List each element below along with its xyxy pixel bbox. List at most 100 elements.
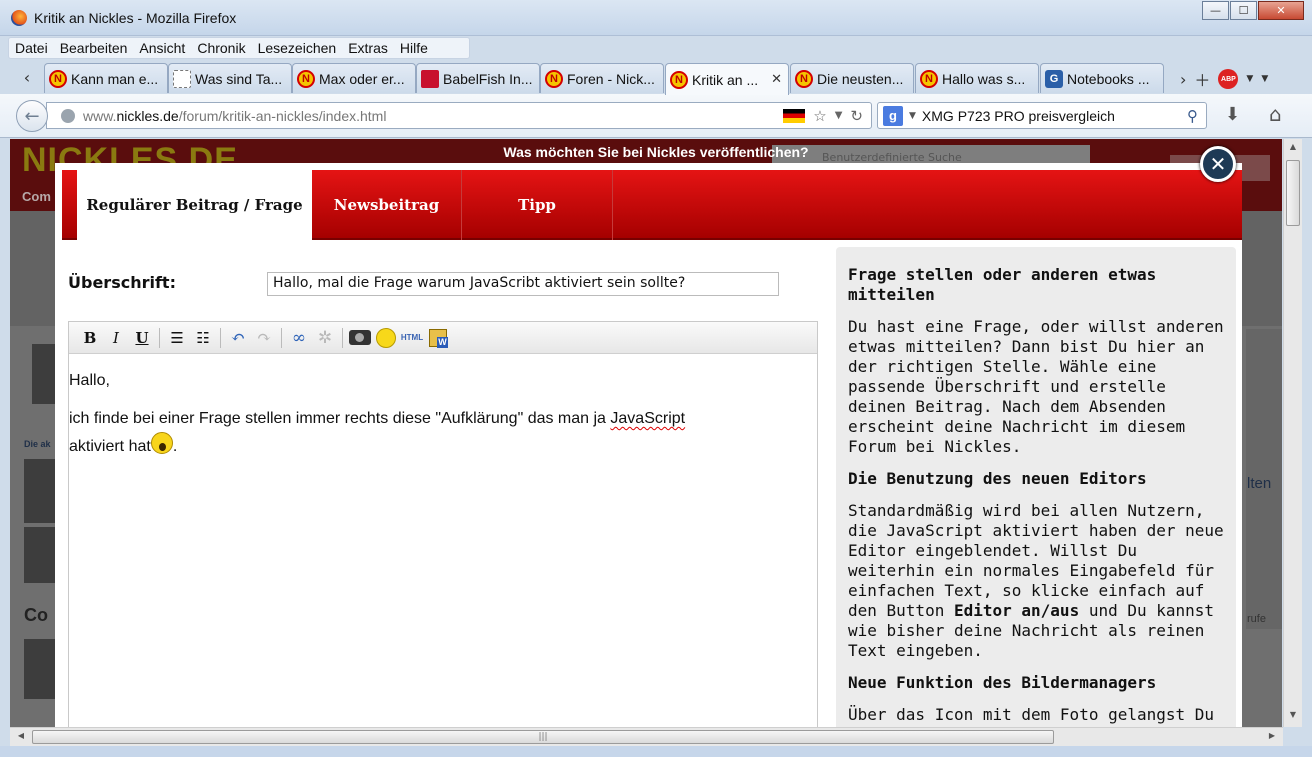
- paste-from-word-button[interactable]: [425, 326, 451, 350]
- minimize-button[interactable]: —: [1202, 1, 1229, 20]
- url-bar[interactable]: www.nickles.de/forum/kritik-an-nickles/i…: [46, 102, 872, 129]
- window-titlebar: Kritik an Nickles - Mozilla Firefox — ☐ …: [0, 0, 1312, 36]
- link-icon[interactable]: ∞: [286, 326, 312, 350]
- nickles-icon: N: [795, 69, 813, 88]
- search-icon[interactable]: ⚲: [1187, 107, 1198, 125]
- horizontal-scrollbar[interactable]: ◀ ||| ▶: [10, 727, 1283, 746]
- vertical-scrollbar[interactable]: ▲ ▼: [1283, 139, 1302, 727]
- tab-label: Kann man e...: [71, 70, 159, 87]
- help-sidebar: Frage stellen oder anderen etwas mitteil…: [836, 247, 1236, 727]
- tab-tipp[interactable]: Tipp: [462, 170, 613, 240]
- nickles-icon: N: [920, 69, 938, 88]
- tab-label: BabelFish In...: [443, 70, 533, 87]
- url-dropdown-icon[interactable]: ▼: [835, 110, 843, 121]
- search-bar[interactable]: g ▼ XMG P723 PRO preisvergleich ⚲: [877, 102, 1207, 129]
- modal-close-button[interactable]: ✕: [1200, 146, 1236, 182]
- camera-icon: [349, 330, 371, 345]
- avatar: [24, 459, 56, 523]
- tab-babelfish[interactable]: BabelFish In...: [416, 63, 540, 93]
- numbered-list-icon[interactable]: ☷: [190, 326, 216, 350]
- bold-button[interactable]: B: [77, 326, 103, 350]
- tab-label: Notebooks ...: [1067, 70, 1150, 87]
- german-flag-icon[interactable]: [783, 108, 806, 123]
- toolbar-divider: [159, 327, 160, 348]
- post-type-tabs: Regulärer Beitrag / Frage Newsbeitrag Ti…: [62, 170, 1242, 240]
- close-window-button[interactable]: ✕: [1258, 1, 1304, 20]
- headline-input[interactable]: Hallo, mal die Frage warum JavaScribt ak…: [267, 272, 779, 296]
- html-source-button[interactable]: HTML: [399, 326, 425, 350]
- search-engine-dropdown-icon[interactable]: ▼: [909, 111, 916, 121]
- editor-content[interactable]: Hallo, ich finde bei einer Frage stellen…: [69, 354, 817, 460]
- tab-label: Hallo was s...: [942, 70, 1026, 87]
- scroll-left-icon[interactable]: ◀: [14, 731, 28, 745]
- vertical-scroll-thumb[interactable]: [1286, 160, 1300, 226]
- menu-datei[interactable]: Datei: [9, 40, 54, 56]
- menubar: Datei Bearbeiten Ansicht Chronik Lesezei…: [8, 37, 470, 59]
- close-tab-icon[interactable]: ✕: [771, 72, 782, 87]
- tab-scroll-left-icon[interactable]: ‹: [16, 64, 38, 90]
- tab-max-oder[interactable]: N Max oder er...: [292, 63, 416, 93]
- side-link: lten: [1247, 475, 1272, 492]
- side-label: Die ak: [24, 439, 51, 449]
- back-button[interactable]: ←: [16, 100, 48, 132]
- image-manager-button[interactable]: [347, 326, 373, 350]
- home-icon[interactable]: ⌂: [1269, 102, 1282, 126]
- tab-was-sind[interactable]: Was sind Ta...: [168, 63, 292, 93]
- url-bar-actions: ☆ ▼ ↻: [783, 107, 863, 125]
- underline-button[interactable]: U: [129, 326, 155, 350]
- menu-extras[interactable]: Extras: [342, 40, 394, 56]
- menu-hilfe[interactable]: Hilfe: [394, 40, 434, 56]
- tab-kann-man[interactable]: N Kann man e...: [44, 63, 168, 93]
- help-text: Du hast eine Frage, oder willst anderen …: [848, 317, 1224, 456]
- smiley-button[interactable]: [373, 326, 399, 350]
- avatar: [24, 527, 56, 583]
- tab-notebooks[interactable]: G Notebooks ...: [1040, 63, 1164, 93]
- menu-ansicht[interactable]: Ansicht: [133, 40, 191, 56]
- unlink-icon[interactable]: ✲: [312, 326, 338, 350]
- new-tab-icon[interactable]: ＋: [1194, 67, 1210, 91]
- tab-foren-nickles[interactable]: N Foren - Nick...: [540, 63, 664, 93]
- menu-chronik[interactable]: Chronik: [191, 40, 251, 56]
- help-text: Über das Icon mit dem Foto gelangst Du z…: [848, 705, 1224, 727]
- list-all-tabs-icon[interactable]: ▼: [1261, 74, 1268, 84]
- scroll-down-icon[interactable]: ▼: [1286, 710, 1300, 724]
- download-icon[interactable]: ⬇: [1225, 104, 1240, 125]
- navigation-toolbar: www.nickles.de/forum/kritik-an-nickles/i…: [0, 94, 1312, 138]
- tab-label: Die neusten...: [817, 70, 904, 87]
- tab-scroll-right-icon[interactable]: ›: [1180, 70, 1186, 89]
- adblock-plus-icon[interactable]: ABP: [1218, 69, 1239, 89]
- misspelled-word[interactable]: JavaScript: [610, 410, 685, 427]
- italic-button[interactable]: I: [103, 326, 129, 350]
- scroll-right-icon[interactable]: ▶: [1265, 731, 1279, 745]
- nickles-icon: N: [297, 69, 315, 88]
- menu-bearbeiten[interactable]: Bearbeiten: [54, 40, 134, 56]
- google-icon[interactable]: g: [883, 105, 903, 126]
- avatar: [24, 639, 56, 699]
- undo-icon[interactable]: ↶: [225, 326, 251, 350]
- maximize-button[interactable]: ☐: [1230, 1, 1257, 20]
- firefox-logo-icon: [11, 10, 27, 26]
- search-input[interactable]: XMG P723 PRO preisvergleich: [922, 108, 1172, 124]
- chevron-down-icon[interactable]: ▼: [1246, 74, 1253, 84]
- nickles-icon: N: [670, 70, 688, 89]
- url-text[interactable]: www.nickles.de/forum/kritik-an-nickles/i…: [83, 108, 386, 124]
- tab-tools: › ＋ ABP ▼ ▼: [1180, 67, 1268, 91]
- tab-newsbeitrag[interactable]: Newsbeitrag: [312, 170, 462, 240]
- back-arrow-icon: ←: [24, 105, 40, 127]
- tab-hallo-was[interactable]: N Hallo was s...: [915, 63, 1039, 93]
- paste-word-icon: [429, 328, 448, 348]
- bookmark-star-icon[interactable]: ☆: [813, 107, 826, 125]
- scroll-up-icon[interactable]: ▲: [1286, 142, 1300, 156]
- editor-paragraph: ich finde bei einer Frage stellen immer …: [69, 410, 686, 455]
- post-editor-modal: Regulärer Beitrag / Frage Newsbeitrag Ti…: [55, 163, 1242, 727]
- tab-die-neusten[interactable]: N Die neusten...: [790, 63, 914, 93]
- headline-label: Überschrift:: [68, 273, 176, 292]
- tab-regular-post[interactable]: Regulärer Beitrag / Frage: [77, 170, 312, 240]
- menu-lesezeichen[interactable]: Lesezeichen: [252, 40, 343, 56]
- bullet-list-icon[interactable]: ☰: [164, 326, 190, 350]
- horizontal-scroll-thumb[interactable]: |||: [32, 730, 1054, 744]
- redo-icon[interactable]: ↷: [251, 326, 277, 350]
- tab-kritik-an-nickles[interactable]: N Kritik an ... ✕: [665, 63, 789, 95]
- reload-icon[interactable]: ↻: [850, 107, 863, 125]
- shocked-emoji-icon: [150, 432, 173, 454]
